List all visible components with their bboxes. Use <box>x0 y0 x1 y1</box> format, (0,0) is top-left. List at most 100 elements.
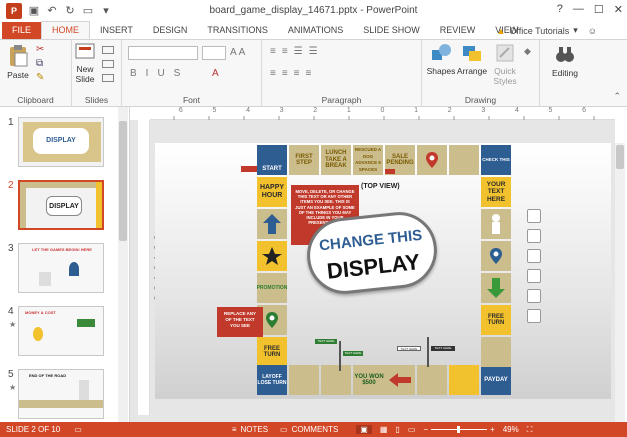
tab-file[interactable]: FILE <box>2 22 42 39</box>
board-cell-check-this[interactable]: CHECK THIS <box>481 145 511 175</box>
layout-icon[interactable] <box>102 46 114 54</box>
zoom-level[interactable]: 49% <box>503 425 519 434</box>
board-cell-down-arrow[interactable] <box>481 273 511 303</box>
save-icon[interactable]: ▣ <box>28 5 40 17</box>
slide-sorter-icon[interactable]: ▦ <box>380 425 388 434</box>
shapes-icon <box>432 44 451 60</box>
board-cell-bottom-2[interactable] <box>321 365 351 395</box>
tab-design[interactable]: DESIGN <box>143 22 198 39</box>
collapse-ribbon-icon[interactable]: ⌃ <box>613 91 621 102</box>
normal-view-icon[interactable]: ▣ <box>356 425 372 434</box>
zoom-out-icon[interactable]: − <box>423 425 428 434</box>
board-cell-blank[interactable] <box>449 145 479 175</box>
board-cell-rescued[interactable]: RESCUED A DOG ADVANCE 5 SPACES <box>353 145 383 175</box>
tab-home[interactable]: HOME <box>41 21 91 39</box>
board-cell-bottom-6[interactable] <box>449 365 479 395</box>
redo-icon[interactable]: ↻ <box>64 5 76 17</box>
align-icons[interactable]: ≡≡≡≡ <box>270 68 317 79</box>
board-cell-location[interactable] <box>417 145 447 175</box>
paste-button[interactable]: Paste <box>6 44 30 80</box>
board-cell-payday[interactable]: PAYDAY <box>481 365 511 395</box>
font-size-grow-shrink-icon[interactable]: A A <box>230 47 245 58</box>
spellcheck-icon[interactable]: ▭ <box>74 425 82 434</box>
reset-icon[interactable] <box>102 60 114 68</box>
minimize-button[interactable]: — <box>573 3 584 16</box>
paste-icon <box>10 45 28 67</box>
board-cell-right-2[interactable] <box>481 209 511 239</box>
board-cell-free-turn-right[interactable]: FREE TURN <box>481 305 511 335</box>
board-cell-right-6[interactable] <box>481 337 511 367</box>
slideshow-icon[interactable]: ▭ <box>408 425 416 434</box>
tab-review[interactable]: REVIEW <box>430 22 486 39</box>
cut-icon[interactable]: ✂ <box>36 44 44 55</box>
zoom-in-icon[interactable]: + <box>490 425 495 434</box>
new-slide-icon <box>75 43 95 59</box>
font-color-icon[interactable]: A <box>212 68 219 79</box>
tab-animations[interactable]: ANIMATIONS <box>278 22 353 39</box>
thumbnail-title: LET THE GAMES BEGIN! HERE <box>32 247 92 252</box>
board-cell-promotion[interactable]: PROMOTION <box>257 273 287 303</box>
list-icons[interactable]: ≡≡☰☰ <box>270 46 324 57</box>
board-cell-bottom-1[interactable] <box>289 365 319 395</box>
slide-thumbnail-3[interactable]: LET THE GAMES BEGIN! HERE <box>18 243 104 293</box>
arrange-button[interactable]: Arrange <box>456 42 488 76</box>
slide-number: 1 <box>8 117 14 128</box>
shape-fill-icon[interactable]: ◆ <box>524 46 531 57</box>
tab-slide-show[interactable]: SLIDE SHOW <box>353 22 430 39</box>
tab-transitions[interactable]: TRANSITIONS <box>197 22 278 39</box>
board-cell-free-turn-left[interactable]: FREE TURN <box>257 337 287 367</box>
board-cell-start[interactable]: START <box>257 145 287 175</box>
fit-to-window-icon[interactable]: ⛶ <box>527 425 533 435</box>
slide-thumbnail-5[interactable]: END OF THE ROAD <box>18 369 104 419</box>
editor-scrollbar[interactable] <box>615 143 625 422</box>
help-button[interactable]: ? <box>557 3 563 16</box>
zoom-slider[interactable] <box>431 426 488 433</box>
slide[interactable]: START FIRST STEP LUNCH TAKE A BREAK RESC… <box>155 143 611 399</box>
undo-icon[interactable]: ↶ <box>46 5 58 17</box>
slide-thumbnail-4[interactable]: MONEY & COST <box>18 306 104 356</box>
thumbnails-scrollbar[interactable] <box>118 107 128 422</box>
editing-button[interactable]: Editing <box>548 44 582 78</box>
quick-styles-button[interactable]: Quick Styles <box>490 42 520 86</box>
board-cell-star[interactable] <box>257 241 287 271</box>
left-callout[interactable]: REPLACE ANY OF THE TEXT YOU SEE <box>217 307 263 337</box>
slide-thumbnail-2[interactable]: DISPLAY <box>18 180 104 230</box>
board-cell-your-text[interactable]: YOUR TEXT HERE <box>481 177 511 207</box>
slide-number: 3 <box>8 243 14 254</box>
board-cell-left-arrow[interactable] <box>385 365 415 395</box>
slide-thumbnail-1[interactable]: DISPLAY <box>18 117 104 167</box>
customize-qat-icon[interactable]: ▾ <box>100 5 112 17</box>
copy-icon[interactable]: ⧉ <box>36 58 43 69</box>
close-button[interactable]: ✕ <box>614 3 623 16</box>
start-slideshow-icon[interactable]: ▭ <box>82 5 94 17</box>
new-slide-label-2: Slide <box>75 74 95 84</box>
scroll-thumb[interactable] <box>119 121 127 241</box>
editor-scroll-thumb[interactable] <box>616 145 624 169</box>
format-painter-icon[interactable]: ✎ <box>36 72 44 83</box>
slide-number: 5 <box>8 369 14 380</box>
shapes-button[interactable]: Shapes <box>426 42 456 76</box>
maximize-button[interactable]: ☐ <box>594 3 604 16</box>
font-size-dropdown[interactable] <box>202 46 226 60</box>
reading-view-icon[interactable]: ▯ <box>395 425 399 434</box>
board-cell-layoff[interactable]: LAYOFF LOSE TURN <box>257 365 287 395</box>
comments-icon: ▭ <box>280 425 288 434</box>
new-slide-button[interactable]: New Slide <box>70 42 100 84</box>
font-style-icons[interactable]: BIUS <box>130 68 189 79</box>
tab-insert[interactable]: INSERT <box>90 22 143 39</box>
section-icon[interactable] <box>102 74 114 82</box>
notes-button[interactable]: NOTES <box>240 425 268 434</box>
map-pin-icon <box>490 248 502 264</box>
board-cell-bottom-5[interactable] <box>417 365 447 395</box>
zoom-slider-thumb[interactable] <box>457 426 461 433</box>
font-name-dropdown[interactable] <box>128 46 198 60</box>
board-cell-right-3[interactable] <box>481 241 511 271</box>
comments-button[interactable]: COMMENTS <box>292 425 339 434</box>
board-cell-happy-hour[interactable]: HAPPY HOUR <box>257 177 287 207</box>
board-cell-you-won[interactable]: YOU WON $500 <box>353 365 385 395</box>
board-cell-first-step[interactable]: FIRST STEP <box>289 145 319 175</box>
smiley-icon[interactable]: ☺ <box>588 26 597 36</box>
board-cell-lunch[interactable]: LUNCH TAKE A BREAK <box>321 145 351 175</box>
board-cell-up-arrow[interactable] <box>257 209 287 239</box>
account-menu[interactable]: ▲ Office Tutorials ▾ ☺ <box>496 25 597 36</box>
